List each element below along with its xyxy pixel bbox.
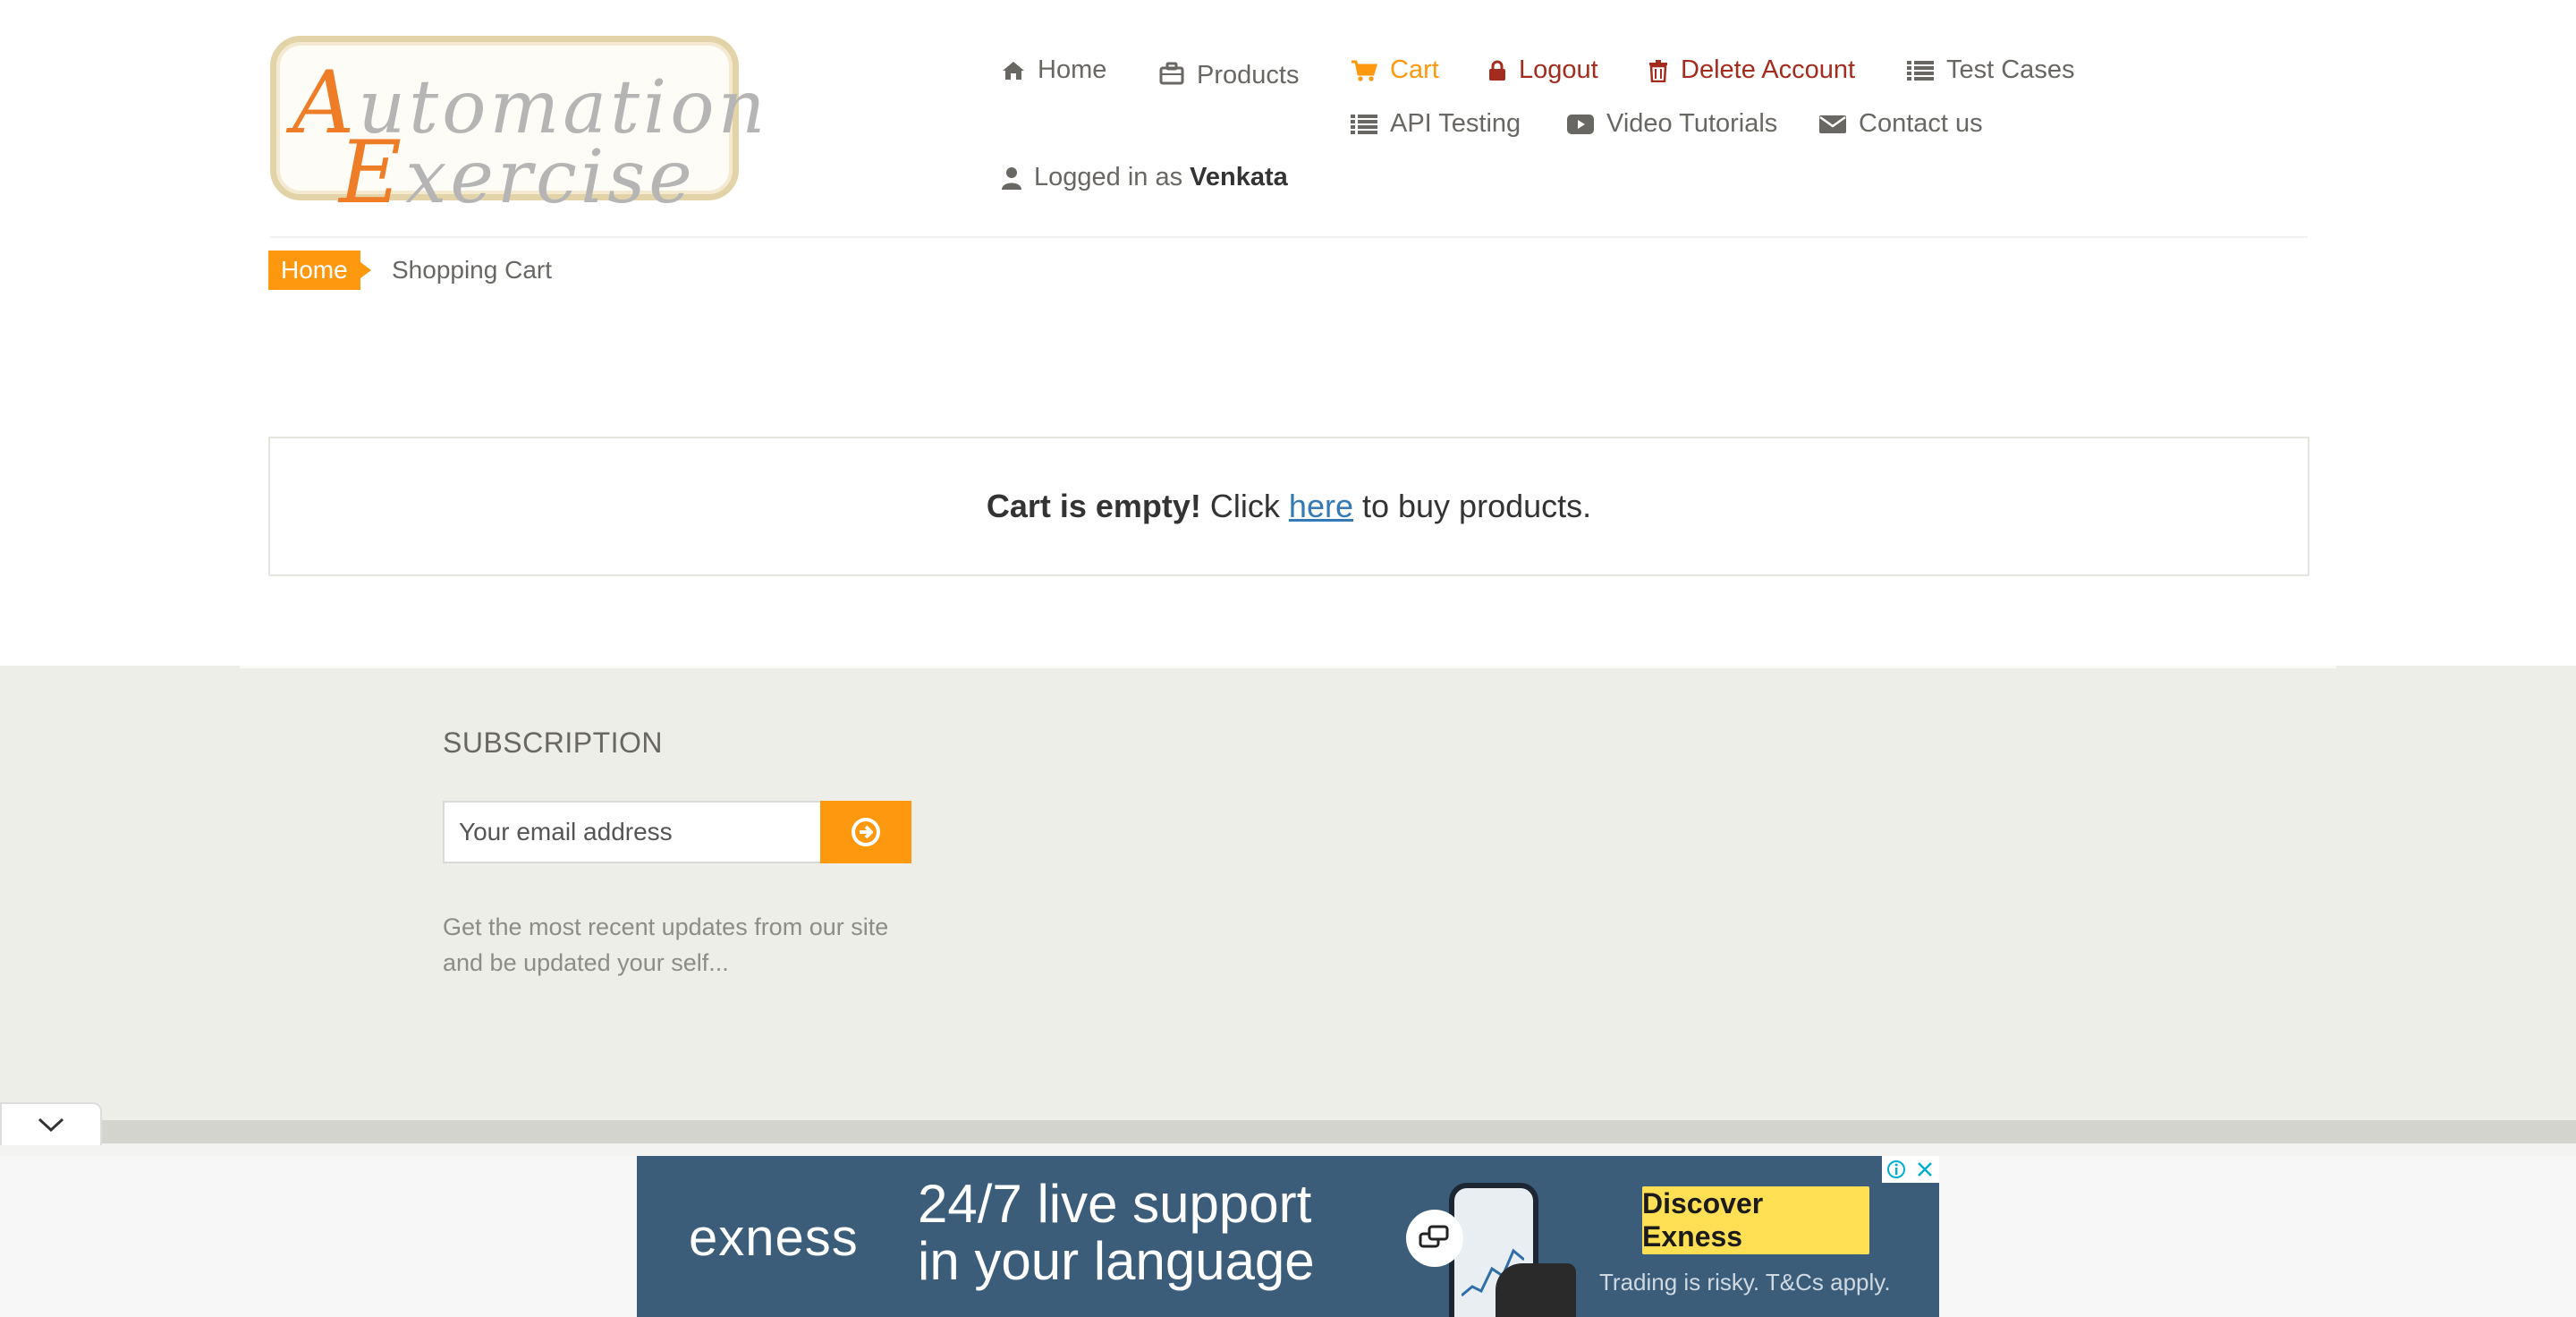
logged-in-label: Logged in as Venkata [1034, 163, 1288, 191]
breadcrumb-current: Shopping Cart [392, 256, 553, 284]
lock-icon [1489, 60, 1505, 81]
subscription-email-input[interactable] [443, 801, 822, 863]
youtube-play-icon [1567, 114, 1594, 134]
user-icon [1002, 166, 1021, 190]
empty-cart-heading: Cart is empty! [986, 488, 1201, 524]
list-icon [1907, 60, 1934, 81]
nav-products[interactable]: Products [1159, 55, 1299, 90]
ad-close-icon[interactable] [1911, 1156, 1939, 1183]
nav-delete-account-label: Delete Account [1681, 55, 1856, 84]
buy-products-link[interactable]: here [1289, 488, 1353, 525]
logged-in-username: Venkata [1190, 163, 1288, 191]
ad-brand: exness [689, 1209, 859, 1267]
home-icon [1003, 61, 1024, 80]
strip-edge [0, 1143, 2576, 1156]
list-icon [1351, 114, 1377, 134]
breadcrumb-home[interactable]: Home [268, 251, 371, 290]
advertisement-banner[interactable]: exness 24/7 live support in your languag… [637, 1156, 1939, 1317]
subscription-description: Get the most recent updates from our sit… [443, 913, 889, 976]
nav-home-label: Home [1038, 55, 1107, 84]
header-divider [270, 236, 2308, 238]
nav-video-tutorials[interactable]: Video Tutorials [1567, 109, 1777, 139]
footer-top-line [240, 666, 2336, 668]
arrow-circle-right-icon [852, 818, 880, 846]
nav-contact-us-label: Contact us [1859, 109, 1983, 138]
subscription-title: SUBSCRIPTION [443, 726, 664, 759]
shopping-cart-icon [1352, 60, 1377, 81]
hand-image [1496, 1263, 1576, 1317]
nav-cart[interactable]: Cart [1351, 55, 1439, 85]
site-logo[interactable]: Automation Exercise [270, 36, 765, 216]
nav-logout[interactable]: Logout [1488, 55, 1598, 85]
nav-home[interactable]: Home [1002, 55, 1106, 85]
ad-disclaimer: Trading is risky. T&Cs apply. [1599, 1269, 1891, 1296]
logged-in-status[interactable]: Logged in as Venkata [1002, 163, 1288, 192]
nav-delete-account[interactable]: Delete Account [1648, 55, 1855, 85]
footer-bottom-strip [102, 1120, 2576, 1143]
subscribe-button[interactable] [820, 801, 911, 863]
ad-headline: 24/7 live support in your language [918, 1174, 1315, 1291]
ad-info-icon[interactable] [1882, 1156, 1911, 1183]
chat-bubbles-icon [1406, 1210, 1463, 1267]
empty-cart-message: Cart is empty! Click here to buy product… [268, 437, 2309, 576]
nav-logout-label: Logout [1519, 55, 1598, 84]
footer [0, 666, 2576, 1122]
chevron-down-icon [38, 1117, 64, 1133]
collapse-ad-button[interactable] [0, 1102, 102, 1145]
trash-icon [1649, 59, 1667, 82]
ad-cta-button[interactable]: Discover Exness [1642, 1186, 1869, 1254]
nav-test-cases-label: Test Cases [1946, 55, 2075, 84]
nav-video-tutorials-label: Video Tutorials [1606, 109, 1778, 138]
nav-contact-us[interactable]: Contact us [1819, 109, 1983, 139]
nav-api-testing[interactable]: API Testing [1351, 109, 1521, 139]
briefcase-icon [1159, 62, 1184, 84]
envelope-icon [1819, 115, 1846, 133]
logo-line-2: Exercise [339, 123, 696, 223]
nav-cart-label: Cart [1390, 55, 1439, 84]
nav-test-cases[interactable]: Test Cases [1907, 55, 2074, 85]
nav-api-testing-label: API Testing [1390, 109, 1521, 138]
nav-products-label: Products [1197, 61, 1300, 89]
